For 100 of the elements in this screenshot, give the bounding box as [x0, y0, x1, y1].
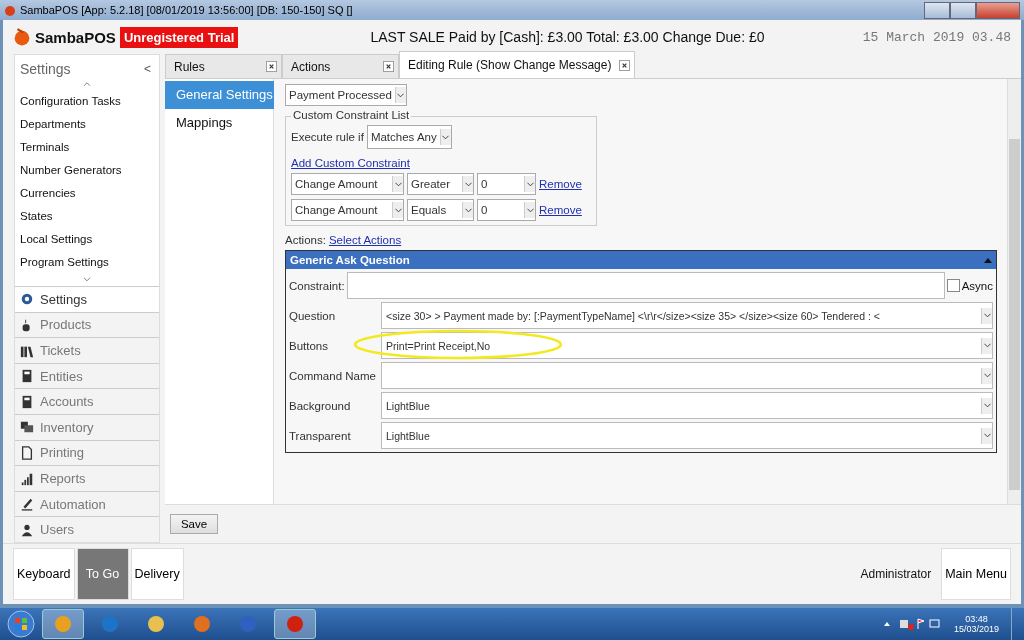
- bars-icon: [20, 471, 34, 486]
- caret-icon: [462, 202, 473, 218]
- calculator-icon: [20, 369, 34, 384]
- section-button[interactable]: Automation: [15, 490, 159, 517]
- constraint-field[interactable]: [346, 272, 945, 299]
- start-button[interactable]: [6, 609, 36, 639]
- sidebar-item[interactable]: States: [15, 204, 159, 228]
- field-dropdown[interactable]: Change Amount: [291, 173, 404, 195]
- chevron-up-icon[interactable]: [82, 82, 92, 87]
- clock-date: 15/03/2019: [953, 624, 999, 634]
- input-field[interactable]: Print=Print Receipt,No: [381, 332, 993, 359]
- section-button[interactable]: Tickets: [15, 337, 159, 363]
- maximize-button[interactable]: [950, 1, 976, 19]
- clock-time: 03:48: [965, 614, 988, 624]
- sidebar-item[interactable]: Terminals: [15, 135, 159, 159]
- section-button[interactable]: Entities: [15, 362, 159, 389]
- caret-icon: [392, 202, 403, 218]
- footer-button[interactable]: To Go: [76, 548, 129, 600]
- tab[interactable]: Actions: [282, 54, 399, 78]
- field-dropdown[interactable]: Change Amount: [291, 199, 404, 221]
- section-button[interactable]: Reports: [15, 465, 159, 491]
- field-label: Question: [289, 309, 337, 322]
- panel-header: Generic Ask Question: [286, 251, 996, 269]
- stack-icon: [20, 420, 34, 435]
- collapse-button[interactable]: <: [140, 62, 155, 76]
- close-icon[interactable]: [383, 61, 394, 72]
- caret-icon: [981, 427, 992, 444]
- caret-icon: [394, 87, 406, 103]
- input-field[interactable]: [381, 362, 993, 389]
- caret-icon: [462, 176, 473, 192]
- taskbar-button[interactable]: [42, 609, 84, 639]
- remove-link[interactable]: Remove: [539, 204, 582, 216]
- page-icon: [20, 445, 34, 460]
- save-button[interactable]: Save: [170, 514, 218, 534]
- checkbox-label: Async: [961, 279, 993, 292]
- add-constraint-link[interactable]: Add Custom Constraint: [291, 157, 591, 169]
- remove-link[interactable]: Remove: [539, 178, 582, 190]
- caret-icon: [524, 202, 535, 218]
- field-label: Constraint:: [289, 279, 345, 292]
- select-actions-link[interactable]: Select Actions: [328, 234, 402, 246]
- field-label: Background: [289, 399, 352, 412]
- caret-icon: [981, 337, 992, 354]
- caret-icon: [392, 176, 403, 192]
- trial-badge: Unregistered Trial: [119, 26, 239, 48]
- close-icon[interactable]: [266, 61, 277, 72]
- taskbar-button[interactable]: [274, 609, 316, 639]
- minimize-button[interactable]: [924, 1, 950, 19]
- value-dropdown[interactable]: 0: [477, 199, 536, 221]
- section-button[interactable]: Inventory: [15, 414, 159, 440]
- person-icon: [20, 522, 34, 537]
- gear-icon: [20, 292, 34, 307]
- date-text: 15 March 2019 03.48: [862, 29, 1011, 45]
- operator-dropdown[interactable]: Greater: [407, 173, 474, 195]
- field-label: Transparent: [289, 429, 352, 442]
- sidebar-item[interactable]: Departments: [15, 112, 159, 136]
- sidebar-item[interactable]: Number Generators: [15, 158, 159, 182]
- group-title: Custom Constraint List: [291, 109, 412, 121]
- input-field[interactable]: <size 30> > Payment made by: [:PaymentTypeName] <\r\r</size><size 35> </size><size 60> Tendered : <: [381, 302, 993, 329]
- input-field[interactable]: LightBlue: [381, 422, 993, 449]
- async-checkbox[interactable]: [946, 279, 960, 292]
- close-button[interactable]: [976, 1, 1020, 19]
- circle-icon: [146, 614, 166, 634]
- sidebar-item[interactable]: Currencies: [15, 181, 159, 205]
- section-button[interactable]: Printing: [15, 439, 159, 466]
- tray-icons[interactable]: [881, 617, 942, 631]
- section-button[interactable]: Users: [15, 516, 159, 542]
- field-label: Buttons: [289, 339, 329, 352]
- section-button[interactable]: Accounts: [15, 388, 159, 415]
- sidebar-item[interactable]: Configuration Tasks: [15, 89, 159, 113]
- tab[interactable]: Rules: [165, 54, 282, 78]
- section-button[interactable]: Products: [15, 311, 159, 338]
- last-sale-text: LAST SALE Paid by [Cash]: £3.00 Total: £3.00 Change Due: £0: [370, 29, 765, 45]
- chevron-down-icon[interactable]: [82, 276, 92, 282]
- event-dropdown[interactable]: Payment Processed: [285, 84, 407, 106]
- tab[interactable]: Editing Rule (Show Change Message): [399, 51, 636, 78]
- operator-dropdown[interactable]: Equals: [407, 199, 474, 221]
- caret-icon: [981, 307, 992, 324]
- pen-icon: [20, 497, 34, 512]
- window-title: SambaPOS [App: 5.2.18] [08/01/2019 13:56:00] [DB: 150-150] SQ []: [20, 4, 353, 16]
- footer-button[interactable]: Delivery: [130, 548, 184, 600]
- caret-icon: [524, 176, 535, 192]
- sidebar-title: Settings: [20, 61, 72, 77]
- field-label: Actions:: [285, 234, 326, 246]
- sidebar-item[interactable]: Program Settings: [15, 250, 159, 274]
- nav-item[interactable]: Mappings: [165, 109, 273, 137]
- field-label: Command Name: [289, 369, 377, 382]
- input-field[interactable]: LightBlue: [381, 392, 993, 419]
- caret-icon: [981, 397, 992, 414]
- main-menu-button[interactable]: Main Menu: [941, 548, 1011, 600]
- user-name: Administrator: [860, 567, 932, 581]
- collapse-icon[interactable]: [984, 257, 992, 263]
- footer-button[interactable]: Keyboard: [13, 548, 75, 600]
- scrollbar[interactable]: [1007, 79, 1021, 504]
- match-dropdown[interactable]: Matches Any: [366, 125, 452, 149]
- close-icon[interactable]: [619, 59, 631, 71]
- circle-icon: [100, 614, 120, 634]
- caret-icon: [981, 367, 992, 384]
- app-name: SambaPOS: [35, 28, 116, 46]
- value-dropdown[interactable]: 0: [477, 173, 536, 195]
- sidebar-item[interactable]: Local Settings: [15, 227, 159, 251]
